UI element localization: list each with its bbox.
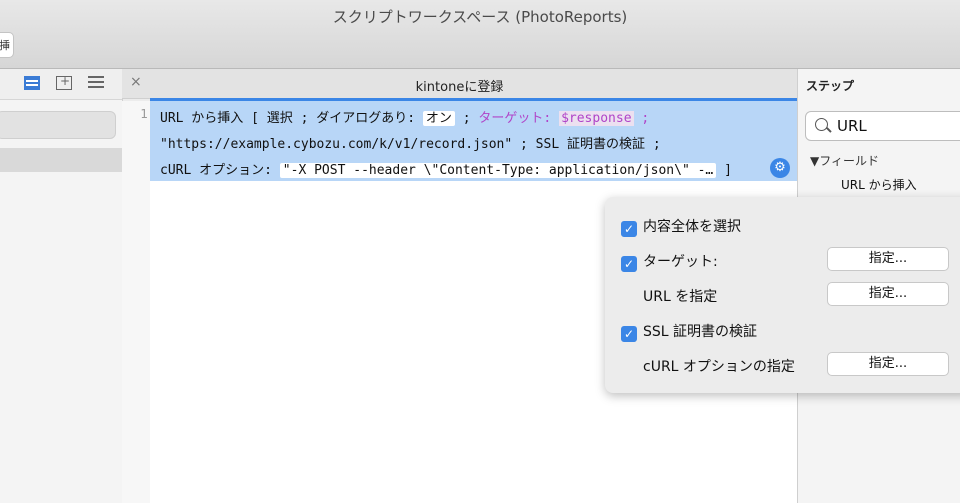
dialog-value[interactable]: オン (422, 111, 455, 126)
selected-script-row[interactable] (0, 148, 122, 172)
tab-title: kintoneに登録 (415, 80, 504, 95)
separator: ; (454, 111, 479, 126)
scripts-search-input[interactable] (0, 111, 116, 139)
window-title: スクリプトワークスペース (PhotoReports) (332, 8, 628, 26)
step-line-3: cURL オプション: "-X POST --header \"Content-… (160, 159, 732, 178)
line-number: 1 (140, 107, 148, 121)
checkbox-checked-icon[interactable]: ✓ (621, 326, 637, 342)
tree-group-fields[interactable]: ▼フィールド (810, 152, 879, 169)
url-specify-label: URL を指定 (643, 289, 718, 305)
toolbar-insert-button[interactable]: 挿 (0, 32, 14, 58)
step-text: URL から挿入 [ 選択 ; ダイアログあり: (160, 111, 423, 126)
target-option[interactable]: ✓ ターゲット: (621, 251, 718, 272)
url-specify-button[interactable]: 指定... (827, 282, 949, 306)
menu-icon[interactable] (88, 76, 104, 88)
curl-label: cURL オプション: (160, 163, 280, 178)
ssl-verify-label: SSL 証明書の検証 (643, 324, 758, 340)
steps-search-input[interactable]: URL (805, 111, 960, 141)
checkbox-checked-icon[interactable]: ✓ (621, 256, 637, 272)
scripts-toolbar (0, 69, 122, 100)
curl-options-value[interactable]: "-X POST --header \"Content-Type: applic… (279, 163, 717, 178)
search-icon (815, 118, 828, 131)
bracket-close: ] (716, 163, 732, 178)
line-end: ; (633, 111, 650, 126)
step-options-popover: ✓ 内容全体を選択 ✓ ターゲット: 指定... URL を指定 指定... ✓ SS… (605, 197, 960, 393)
target-specify-button[interactable]: 指定... (827, 247, 949, 271)
editor-tab[interactable]: × kintoneに登録 (122, 69, 797, 99)
target-label: ターゲット: (478, 111, 560, 126)
checkbox-checked-icon[interactable]: ✓ (621, 221, 637, 237)
title-bar: スクリプトワークスペース (PhotoReports) 挿 (0, 0, 960, 69)
gear-icon[interactable]: ⚙ (770, 158, 790, 178)
scripts-pane (0, 69, 123, 503)
curl-specify-button[interactable]: 指定... (827, 352, 949, 376)
target-option-label: ターゲット: (643, 254, 718, 270)
step-line-2: "https://example.cybozu.com/k/v1/record.… (160, 137, 661, 152)
ssl-verify-option[interactable]: ✓ SSL 証明書の検証 (621, 321, 757, 342)
new-folder-icon[interactable] (56, 74, 72, 90)
steps-header: ステップ (806, 79, 855, 93)
list-view-icon[interactable] (24, 76, 40, 90)
target-variable[interactable]: $response (559, 111, 634, 126)
step-line-1: URL から挿入 [ 選択 ; ダイアログあり: オン ; ターゲット: $re… (160, 107, 649, 126)
select-all-label: 内容全体を選択 (643, 219, 741, 235)
curl-options-label: cURL オプションの指定 (643, 359, 795, 375)
tree-item-insert-from-url[interactable]: URL から挿入 (841, 176, 917, 193)
line-gutter: 1 (122, 101, 151, 503)
search-value: URL (837, 117, 867, 135)
select-all-option[interactable]: ✓ 内容全体を選択 (621, 216, 741, 237)
